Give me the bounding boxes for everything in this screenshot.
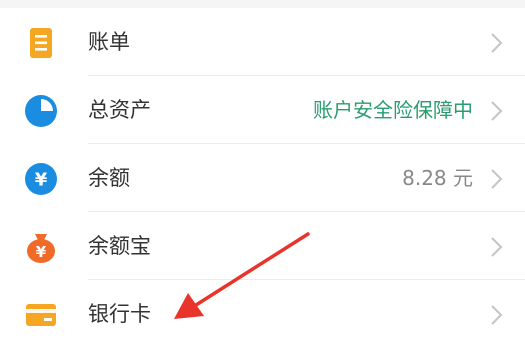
menu-item-bill[interactable]: 账单: [0, 8, 525, 76]
money-bag-icon: ¥: [27, 234, 55, 263]
chevron-right-icon: [491, 101, 503, 121]
bank-card-icon: [26, 304, 56, 326]
bill-icon: [30, 28, 52, 58]
svg-text:¥: ¥: [35, 170, 48, 191]
menu-item-label: 银行卡: [88, 302, 151, 326]
top-strip: [0, 0, 525, 8]
balance-amount: 8.28 元: [402, 166, 473, 190]
menu-item-label: 余额: [88, 166, 130, 190]
chevron-right-icon: [491, 169, 503, 189]
yuan-coin-icon: ¥: [25, 163, 57, 195]
chevron-right-icon: [491, 305, 503, 325]
security-status-text: 账户安全险保障中: [313, 98, 473, 122]
menu-item-bank-card[interactable]: 银行卡: [0, 280, 525, 346]
menu-item-balance[interactable]: ¥ 余额 8.28 元: [0, 144, 525, 212]
menu-item-yuebao[interactable]: ¥ 余额宝: [0, 212, 525, 280]
chevron-right-icon: [491, 33, 503, 53]
menu-item-label: 总资产: [88, 98, 151, 122]
menu-item-label: 账单: [88, 30, 130, 54]
pie-chart-icon: [25, 95, 57, 127]
svg-text:¥: ¥: [36, 243, 47, 261]
chevron-right-icon: [491, 237, 503, 257]
menu-item-total-assets[interactable]: 总资产 账户安全险保障中: [0, 76, 525, 144]
assets-screen: 账单 总资产 账户安全险保障中 ¥ 余额 8.28 元 ¥ 余额宝 银行卡: [0, 0, 525, 346]
menu-item-label: 余额宝: [88, 234, 151, 258]
menu-list: 账单 总资产 账户安全险保障中 ¥ 余额 8.28 元 ¥ 余额宝 银行卡: [0, 8, 525, 346]
